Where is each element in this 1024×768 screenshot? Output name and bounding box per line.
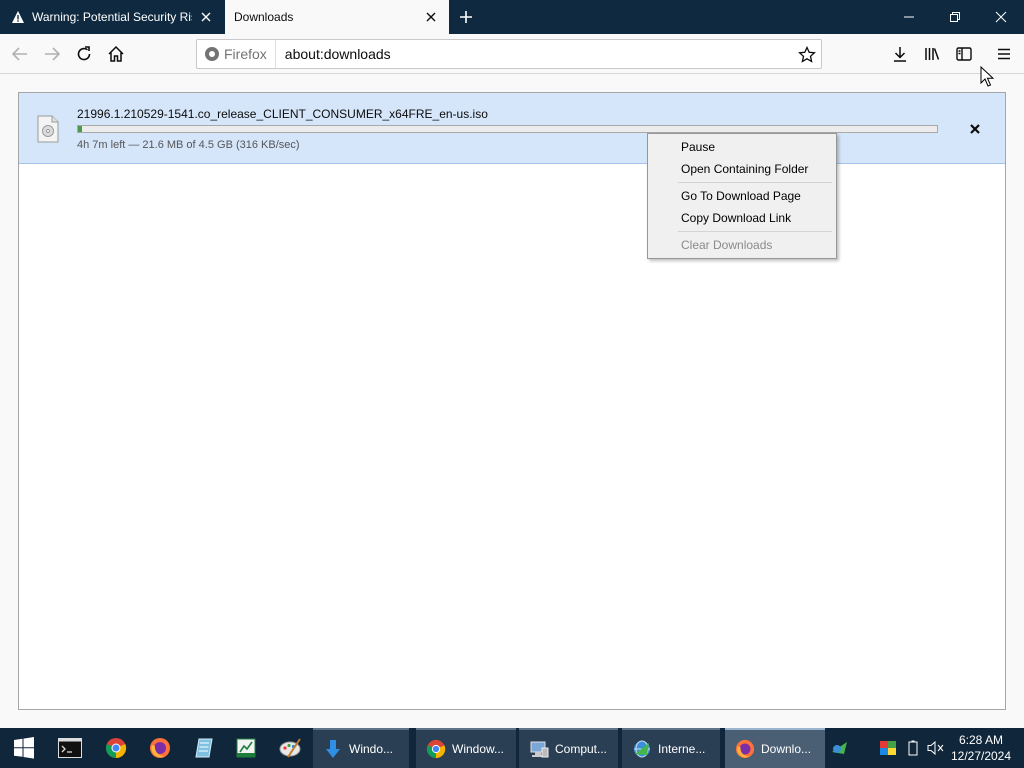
idm-tray-icon[interactable] bbox=[830, 738, 850, 758]
back-button[interactable] bbox=[6, 40, 34, 68]
downloads-button[interactable] bbox=[886, 40, 914, 68]
cancel-x-icon bbox=[970, 124, 980, 134]
forward-arrow-icon bbox=[45, 47, 61, 61]
sidebar-button[interactable] bbox=[950, 40, 978, 68]
paint-taskbar-icon[interactable] bbox=[274, 732, 306, 764]
hamburger-menu-icon bbox=[998, 48, 1010, 60]
minimize-button[interactable] bbox=[886, 0, 932, 34]
library-button[interactable] bbox=[918, 40, 946, 68]
menu-item-label: Pause bbox=[681, 140, 716, 154]
terminal-taskbar-icon[interactable] bbox=[54, 732, 86, 764]
taskbar-task-internet-download-manager[interactable]: Interne... bbox=[622, 728, 720, 768]
download-list-item[interactable]: 21996.1.210529-1541.co_release_CLIENT_CO… bbox=[19, 93, 1005, 164]
new-tab-button[interactable] bbox=[456, 7, 476, 27]
downloads-list: 21996.1.210529-1541.co_release_CLIENT_CO… bbox=[18, 92, 1006, 710]
cancel-download-button[interactable] bbox=[967, 121, 983, 137]
bookmark-star-button[interactable] bbox=[797, 45, 817, 65]
restore-button[interactable] bbox=[932, 0, 978, 34]
download-progress-fill bbox=[78, 126, 83, 132]
home-icon bbox=[108, 45, 124, 62]
reload-icon bbox=[77, 46, 91, 61]
volume-muted-icon[interactable] bbox=[926, 738, 946, 758]
download-status: 4h 7m left — 21.6 MB of 4.5 GB (316 KB/s… bbox=[77, 139, 300, 151]
back-arrow-icon bbox=[11, 47, 27, 61]
download-arrow-icon bbox=[323, 739, 343, 759]
forward-button[interactable] bbox=[38, 40, 66, 68]
task-label: Downlo... bbox=[761, 742, 812, 756]
task-label: Windo... bbox=[349, 742, 394, 756]
menu-separator bbox=[678, 182, 832, 183]
menu-button[interactable] bbox=[990, 40, 1018, 68]
terminal-icon bbox=[58, 738, 82, 758]
computer-icon bbox=[529, 739, 549, 759]
system-clock[interactable]: 6:28 AM 12/27/2024 bbox=[948, 732, 1014, 764]
disc-image-file-icon bbox=[37, 115, 59, 143]
download-arrow-icon bbox=[894, 47, 906, 62]
warning-icon bbox=[10, 9, 26, 25]
menu-item-clear-downloads: Clear Downloads bbox=[648, 234, 836, 256]
identity-box[interactable]: Firefox bbox=[197, 40, 276, 68]
close-tab-icon[interactable] bbox=[198, 9, 214, 25]
sidebar-icon bbox=[956, 47, 972, 61]
menu-item-go-to-download-page[interactable]: Go To Download Page bbox=[648, 185, 836, 207]
identity-label: Firefox bbox=[224, 46, 267, 62]
context-menu: Pause Open Containing Folder Go To Downl… bbox=[647, 133, 837, 259]
notepad-taskbar-icon[interactable] bbox=[188, 732, 220, 764]
chrome-icon bbox=[426, 739, 446, 759]
close-icon bbox=[995, 11, 1007, 23]
tab-title: Warning: Potential Security Risk bbox=[32, 10, 192, 24]
url-input[interactable]: about:downloads bbox=[285, 46, 391, 62]
restore-icon bbox=[950, 12, 960, 22]
task-label: Comput... bbox=[555, 742, 608, 756]
minimize-icon bbox=[904, 16, 914, 18]
mouse-pointer-icon bbox=[980, 66, 994, 87]
firefox-taskbar-icon[interactable] bbox=[144, 732, 176, 764]
url-bar[interactable]: Firefox about:downloads bbox=[196, 39, 822, 69]
menu-item-label: Copy Download Link bbox=[681, 211, 792, 225]
taskbar-task-firefox-downloads[interactable]: Downlo... bbox=[725, 728, 825, 768]
close-window-button[interactable] bbox=[978, 0, 1024, 34]
home-button[interactable] bbox=[102, 40, 130, 68]
start-icon bbox=[14, 737, 34, 759]
taskbar-task-computer[interactable]: Comput... bbox=[519, 728, 618, 768]
menu-item-label: Clear Downloads bbox=[681, 238, 773, 252]
library-icon bbox=[925, 48, 940, 60]
internet-download-icon bbox=[632, 739, 652, 759]
menu-item-copy-download-link[interactable]: Copy Download Link bbox=[648, 207, 836, 229]
spreadsheet-taskbar-icon[interactable] bbox=[230, 732, 262, 764]
clock-date: 12/27/2024 bbox=[950, 749, 1012, 763]
taskbar: Windo... Window... Comput... Interne... … bbox=[0, 728, 1024, 768]
tab-title: Downloads bbox=[234, 10, 294, 24]
task-label: Window... bbox=[452, 742, 505, 756]
menu-item-label: Open Containing Folder bbox=[681, 162, 809, 176]
clock-time: 6:28 AM bbox=[958, 733, 1004, 747]
menu-item-label: Go To Download Page bbox=[681, 189, 801, 203]
menu-separator bbox=[678, 231, 832, 232]
chrome-icon bbox=[105, 738, 127, 759]
task-label: Interne... bbox=[658, 742, 706, 756]
color-tray-icon[interactable] bbox=[878, 738, 898, 758]
firefox-icon bbox=[150, 738, 170, 758]
tab-downloads[interactable]: Downloads bbox=[225, 0, 449, 34]
star-icon bbox=[798, 46, 816, 63]
download-file-name: 21996.1.210529-1541.co_release_CLIENT_CO… bbox=[77, 107, 488, 121]
start-button[interactable] bbox=[8, 732, 40, 764]
navigation-toolbar: Firefox about:downloads bbox=[0, 34, 1024, 74]
spreadsheet-icon bbox=[236, 738, 256, 758]
paint-icon bbox=[279, 738, 301, 758]
firefox-icon bbox=[735, 739, 755, 759]
tab-strip: Warning: Potential Security Risk Downloa… bbox=[0, 0, 1024, 34]
taskbar-task-downloader[interactable]: Windo... bbox=[313, 728, 409, 768]
tab-warning[interactable]: Warning: Potential Security Risk bbox=[0, 0, 224, 34]
menu-item-pause[interactable]: Pause bbox=[648, 136, 836, 158]
download-progress-bar bbox=[77, 125, 938, 133]
chrome-taskbar-icon[interactable] bbox=[100, 732, 132, 764]
battery-icon[interactable] bbox=[903, 738, 923, 758]
reload-button[interactable] bbox=[70, 40, 98, 68]
close-tab-icon[interactable] bbox=[423, 9, 439, 25]
taskbar-task-chrome[interactable]: Window... bbox=[416, 728, 516, 768]
firefox-logo-icon bbox=[205, 47, 219, 61]
menu-item-open-containing-folder[interactable]: Open Containing Folder bbox=[648, 158, 836, 180]
notepad-icon bbox=[195, 738, 213, 758]
